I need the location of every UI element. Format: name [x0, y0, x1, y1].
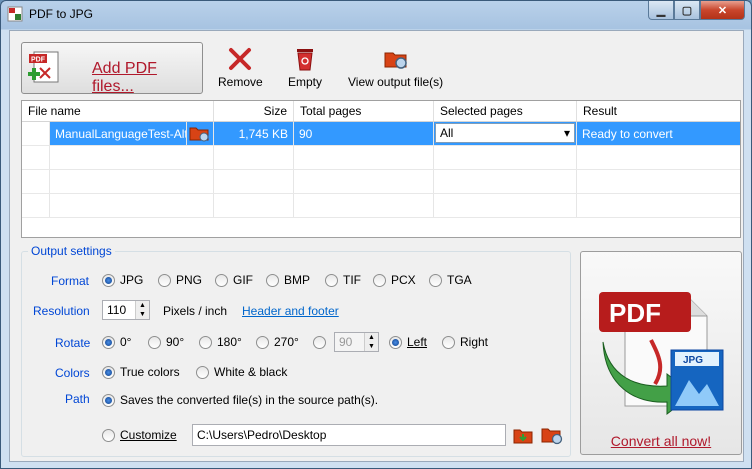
custom-path-input[interactable]: C:\Users\Pedro\Desktop	[192, 424, 506, 446]
rotate-right-radio[interactable]: Right	[442, 335, 488, 349]
grid-header: File name Size Total pages Selected page…	[22, 101, 740, 122]
format-png-radio[interactable]: PNG	[158, 273, 202, 287]
cell-total-pages: 90	[294, 122, 434, 145]
table-row	[22, 194, 740, 218]
cell-file-name: ManualLanguageTest-Alt	[50, 122, 187, 145]
spin-up-icon[interactable]: ▲	[136, 301, 149, 310]
column-header-result[interactable]: Result	[577, 101, 740, 121]
rotate-custom-stepper[interactable]: 90 ▲ ▼	[334, 332, 379, 352]
spin-down-icon[interactable]: ▼	[136, 310, 149, 319]
trash-icon	[297, 49, 313, 71]
selected-pages-dropdown[interactable]: All ▾	[435, 123, 575, 143]
format-tga-radio[interactable]: TGA	[429, 273, 472, 287]
table-row	[22, 146, 740, 170]
resolution-stepper[interactable]: 110 ▲ ▼	[102, 300, 150, 320]
close-button[interactable]: ✕	[700, 1, 745, 20]
selected-pages-value: All	[440, 126, 454, 140]
format-pcx-radio[interactable]: PCX	[373, 273, 416, 287]
rotate-0-radio[interactable]: 0°	[102, 335, 131, 349]
folder-search-icon[interactable]	[540, 424, 564, 446]
rotate-180-radio[interactable]: 180°	[199, 335, 242, 349]
remove-icon	[229, 48, 252, 70]
resolution-value[interactable]: 110	[103, 301, 135, 319]
remove-label: Remove	[218, 75, 263, 89]
folder-open-icon[interactable]	[512, 424, 534, 446]
output-settings-legend: Output settings	[28, 244, 115, 258]
cell-result: Ready to convert	[577, 122, 740, 145]
header-footer-link[interactable]: Header and footer	[242, 304, 339, 318]
path-source-radio[interactable]: Saves the converted file(s) in the sourc…	[102, 393, 378, 407]
true-colors-radio[interactable]: True colors	[102, 365, 180, 379]
rotate-270-radio[interactable]: 270°	[256, 335, 299, 349]
window-title: PDF to JPG	[29, 7, 94, 21]
add-pdf-label: Add PDF files...	[92, 60, 157, 95]
convert-all-button[interactable]: PDF JPG Convert all now!	[580, 251, 742, 455]
pdf-to-jpg-icon: PDF JPG	[599, 292, 724, 416]
table-row	[22, 170, 740, 194]
view-output-button[interactable]: View output file(s)	[348, 45, 443, 89]
format-bmp-radio[interactable]: BMP	[266, 273, 310, 287]
remove-button[interactable]: Remove	[218, 45, 263, 89]
column-header-size[interactable]: Size	[214, 101, 294, 121]
spin-up-icon[interactable]: ▲	[365, 333, 378, 342]
column-header-total-pages[interactable]: Total pages	[294, 101, 434, 121]
resolution-label: Resolution	[33, 304, 90, 318]
svg-text:JPG: JPG	[683, 355, 703, 366]
chevron-down-icon: ▾	[563, 126, 570, 140]
add-pdf-icon: PDF	[28, 51, 59, 83]
rotate-label: Rotate	[55, 336, 91, 350]
svg-text:PDF: PDF	[31, 57, 46, 64]
maximize-button[interactable]: ▢	[674, 1, 700, 20]
file-list-grid[interactable]: File name Size Total pages Selected page…	[21, 100, 741, 238]
folder-search-icon	[189, 127, 209, 142]
rotate-custom-radio[interactable]	[313, 336, 326, 349]
column-header-selected-pages[interactable]: Selected pages	[434, 101, 577, 121]
convert-all-label: Convert all now!	[610, 433, 712, 449]
view-output-label: View output file(s)	[348, 75, 444, 89]
spin-down-icon[interactable]: ▼	[365, 342, 378, 351]
empty-label: Empty	[288, 75, 323, 89]
svg-text:PDF: PDF	[609, 298, 661, 328]
table-row[interactable]: ManualLanguageTest-Alt 1,745 KB 90 All ▾…	[22, 122, 740, 146]
title-bar[interactable]: PDF to JPG ▁ ▢ ✕	[1, 1, 751, 29]
format-jpg-radio[interactable]: JPG	[102, 273, 143, 287]
cell-size: 1,745 KB	[214, 122, 294, 145]
rotate-custom-value: 90	[335, 333, 364, 351]
output-settings-group: Output settings Format JPG PNG GIF BMP T…	[21, 244, 571, 457]
rotate-left-radio[interactable]: Left	[389, 335, 427, 349]
add-pdf-files-button[interactable]: PDF Add PDF files...	[21, 42, 203, 95]
colors-label: Colors	[55, 366, 90, 380]
empty-button[interactable]: Empty	[288, 45, 322, 89]
customize-path-radio[interactable]: Customize	[102, 428, 177, 442]
minimize-button[interactable]: ▁	[648, 1, 674, 20]
format-gif-radio[interactable]: GIF	[215, 273, 253, 287]
format-label: Format	[51, 274, 90, 288]
main-panel: PDF Add PDF files... Remove Empty View o…	[9, 30, 744, 462]
rotate-90-radio[interactable]: 90°	[148, 335, 184, 349]
white-black-radio[interactable]: White & black	[196, 365, 287, 379]
path-label: Path	[65, 392, 90, 406]
app-icon	[7, 6, 23, 22]
format-tif-radio[interactable]: TIF	[325, 273, 361, 287]
pixels-per-inch-label: Pixels / inch	[163, 304, 228, 318]
column-header-file-name[interactable]: File name	[22, 101, 214, 121]
file-folder-icon-cell[interactable]	[187, 122, 214, 145]
app-window: PDF to JPG ▁ ▢ ✕ PDF Add PDF files... Re…	[0, 0, 752, 469]
folder-search-icon	[384, 52, 407, 69]
